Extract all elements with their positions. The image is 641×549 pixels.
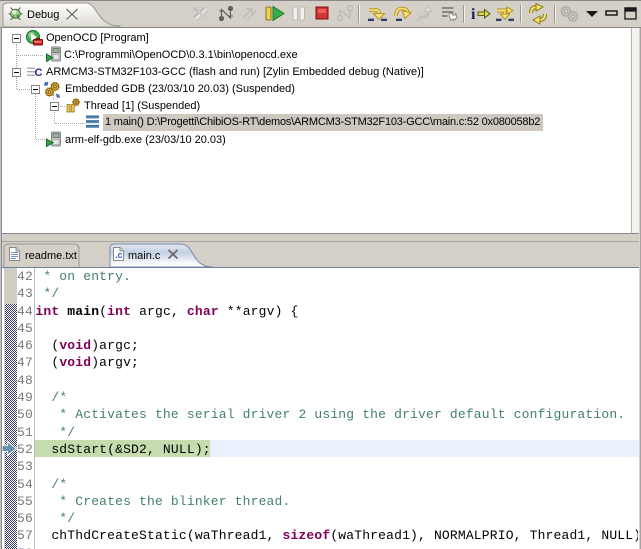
svg-text:Debug: Debug <box>27 9 59 21</box>
svg-text:C: C <box>35 67 43 79</box>
svg-text:readme.txt: readme.txt <box>25 250 77 262</box>
svg-text:.c: .c <box>115 250 123 260</box>
svg-text:main.c: main.c <box>128 250 161 262</box>
svg-text:i: i <box>471 6 476 23</box>
